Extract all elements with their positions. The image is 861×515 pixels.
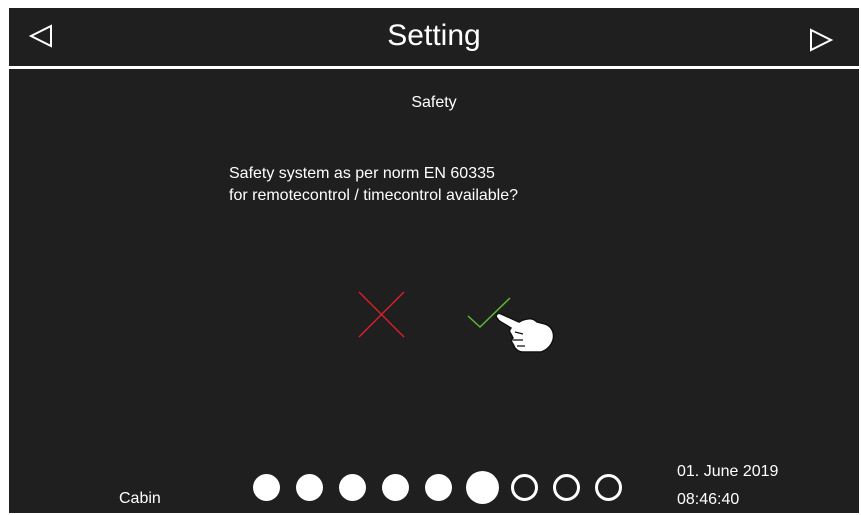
next-button[interactable]	[805, 24, 845, 64]
progress-dot-7[interactable]	[511, 474, 538, 501]
time-text: 08:46:40	[677, 491, 740, 508]
setting-screen: Setting Safety Safety system as per norm…	[9, 8, 859, 513]
datetime: 01. June 2019 08:46:40	[677, 458, 778, 513]
progress-dot-2[interactable]	[296, 474, 323, 501]
no-button[interactable]	[357, 290, 407, 340]
progress-dot-3[interactable]	[339, 474, 366, 501]
progress-dot-5[interactable]	[425, 474, 452, 501]
header-divider	[9, 66, 859, 69]
header: Setting	[9, 8, 859, 66]
question-line-1: Safety system as per norm EN 60335	[229, 165, 495, 182]
progress-dot-4[interactable]	[382, 474, 409, 501]
question-text: Safety system as per norm EN 60335 for r…	[229, 163, 518, 207]
page-title: Setting	[387, 19, 481, 52]
cross-icon	[358, 291, 405, 338]
progress-dot-8[interactable]	[553, 474, 580, 501]
footer-label: Cabin	[119, 490, 161, 507]
section-title: Safety	[411, 94, 457, 111]
date-text: 01. June 2019	[677, 463, 779, 480]
progress-dot-1[interactable]	[253, 474, 280, 501]
progress-dot-6[interactable]	[466, 471, 499, 504]
progress-dot-9[interactable]	[595, 474, 622, 501]
hand-pointer-icon	[495, 312, 555, 353]
triangle-right-icon	[810, 28, 834, 52]
question-line-2: for remotecontrol / timecontrol availabl…	[229, 187, 519, 204]
